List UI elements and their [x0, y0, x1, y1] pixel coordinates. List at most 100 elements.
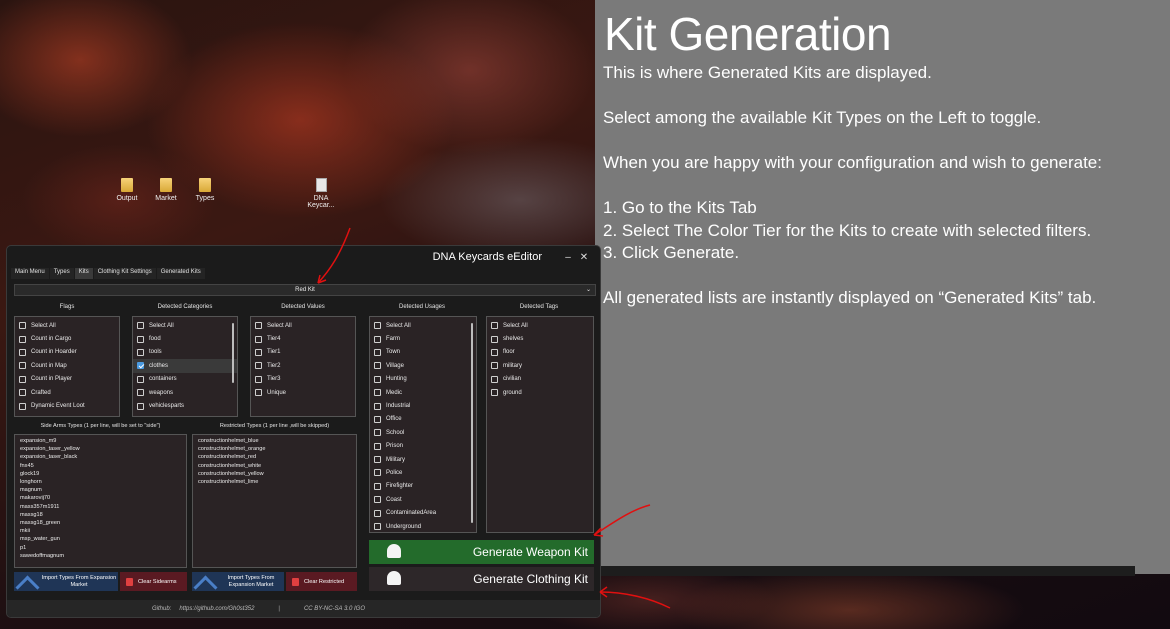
- checkbox[interactable]: [137, 402, 144, 410]
- checkbox-row[interactable]: School: [370, 426, 476, 439]
- checkbox-row[interactable]: Select All: [370, 319, 476, 332]
- tab-types[interactable]: Types: [49, 268, 74, 279]
- checkbox-row[interactable]: Select All: [251, 319, 355, 332]
- checkbox-row[interactable]: Tier2: [251, 359, 355, 372]
- checkbox[interactable]: [491, 362, 498, 370]
- minimize-icon[interactable]: –: [560, 252, 576, 263]
- tab-kits[interactable]: Kits: [74, 268, 93, 279]
- checkbox-row[interactable]: tools: [133, 346, 237, 359]
- checkbox[interactable]: [137, 389, 144, 397]
- checkbox-row[interactable]: Police: [370, 466, 476, 479]
- checkbox[interactable]: [255, 335, 262, 343]
- checkbox-row[interactable]: Tier4: [251, 332, 355, 345]
- checkbox[interactable]: [374, 523, 381, 531]
- checkbox[interactable]: [374, 509, 381, 517]
- close-icon[interactable]: ✕: [576, 252, 592, 263]
- checkbox-row[interactable]: military: [487, 359, 593, 372]
- tab-clothing-kit-settings[interactable]: Clothing Kit Settings: [93, 268, 156, 279]
- checkbox-row[interactable]: floor: [487, 346, 593, 359]
- checkbox-row[interactable]: food: [133, 332, 237, 345]
- checkbox[interactable]: [491, 389, 498, 397]
- checkbox-row[interactable]: Hunting: [370, 373, 476, 386]
- checkbox[interactable]: [374, 335, 381, 343]
- generate-clothing-kit-button[interactable]: Generate Clothing Kit: [369, 567, 594, 591]
- checkbox[interactable]: [137, 322, 144, 330]
- checkbox-row[interactable]: Farm: [370, 332, 476, 345]
- clear-sidearms-button[interactable]: Clear Sidearms: [120, 572, 187, 591]
- checkbox-row[interactable]: shelves: [487, 332, 593, 345]
- checkbox[interactable]: [19, 348, 26, 356]
- checkbox-row[interactable]: Industrial: [370, 399, 476, 412]
- checkbox-row[interactable]: containers: [133, 373, 237, 386]
- checkbox[interactable]: [255, 375, 262, 383]
- checkbox[interactable]: [374, 496, 381, 504]
- desktop-icon-dna-keycards[interactable]: DNA Keycar...: [304, 178, 338, 209]
- checkbox[interactable]: [491, 375, 498, 383]
- checkbox-row[interactable]: Village: [370, 359, 476, 372]
- checkbox[interactable]: [19, 335, 26, 343]
- tab-generated-kits[interactable]: Generated Kits: [156, 268, 205, 279]
- checkbox[interactable]: [374, 456, 381, 464]
- clear-restricted-button[interactable]: Clear Restricted: [286, 572, 357, 591]
- checkbox-row[interactable]: Office: [370, 413, 476, 426]
- checkbox[interactable]: [374, 362, 381, 370]
- checkbox-row[interactable]: Select All: [487, 319, 593, 332]
- checkbox[interactable]: [491, 322, 498, 330]
- checkbox[interactable]: [374, 442, 381, 450]
- kit-tier-select[interactable]: Red Kit ⌄: [14, 284, 596, 296]
- import-sidearms-button[interactable]: Import Types From Expansion Market: [14, 572, 118, 591]
- checkbox[interactable]: [255, 322, 262, 330]
- desktop-icon-output[interactable]: Output: [110, 178, 144, 202]
- scrollbar[interactable]: [232, 323, 234, 383]
- checkbox[interactable]: [19, 402, 26, 410]
- sidearms-textarea[interactable]: expansion_m9 expansion_taser_yellow expa…: [14, 434, 187, 568]
- checkbox[interactable]: [374, 415, 381, 423]
- checkbox[interactable]: [491, 348, 498, 356]
- checkbox[interactable]: [19, 322, 26, 330]
- checkbox[interactable]: [374, 389, 381, 397]
- checkbox-row[interactable]: Select All: [133, 319, 237, 332]
- generate-weapon-kit-button[interactable]: Generate Weapon Kit: [369, 540, 594, 564]
- checkbox[interactable]: [374, 429, 381, 437]
- checkbox-row[interactable]: Count in Hoarder: [15, 346, 119, 359]
- checkbox-row[interactable]: Prison: [370, 440, 476, 453]
- checkbox-row[interactable]: Underground: [370, 520, 476, 532]
- checkbox[interactable]: [255, 362, 262, 370]
- scrollbar[interactable]: [471, 323, 473, 523]
- checkbox[interactable]: [19, 362, 26, 370]
- checkbox[interactable]: [374, 482, 381, 490]
- checkbox-row[interactable]: Tier1: [251, 346, 355, 359]
- checkbox-row[interactable]: Count in Cargo: [15, 332, 119, 345]
- title-bar[interactable]: DNA Keycards eEditor – ✕: [7, 246, 600, 268]
- checkbox-row[interactable]: ContaminatedArea: [370, 506, 476, 519]
- checkbox-row[interactable]: Count in Player: [15, 373, 119, 386]
- checkbox-row[interactable]: vehiclesparts: [133, 399, 237, 412]
- checkbox-row[interactable]: Medic: [370, 386, 476, 399]
- checkbox-row[interactable]: civilian: [487, 373, 593, 386]
- checkbox[interactable]: [374, 469, 381, 477]
- checkbox[interactable]: [255, 348, 262, 356]
- import-restricted-button[interactable]: Import Types From Expansion Market: [192, 572, 284, 591]
- checkbox[interactable]: [374, 402, 381, 410]
- checkbox-row[interactable]: Tier3: [251, 373, 355, 386]
- github-link[interactable]: https://github.com/Gh0st352: [179, 606, 254, 612]
- checkbox-row[interactable]: Coast: [370, 493, 476, 506]
- tab-main-menu[interactable]: Main Menu: [11, 268, 49, 279]
- restricted-textarea[interactable]: constructionhelmet_blue constructionhelm…: [192, 434, 357, 568]
- desktop-icon-market[interactable]: Market: [149, 178, 183, 202]
- checkbox[interactable]: [374, 322, 381, 330]
- checkbox[interactable]: [255, 389, 262, 397]
- checkbox-row[interactable]: Select All: [15, 319, 119, 332]
- checkbox-row[interactable]: weapons: [133, 386, 237, 399]
- checkbox[interactable]: [491, 335, 498, 343]
- desktop-icon-types[interactable]: Types: [188, 178, 222, 202]
- checkbox[interactable]: [137, 375, 144, 383]
- checkbox-row[interactable]: Dynamic Event Loot: [15, 399, 119, 412]
- checkbox-checked[interactable]: [137, 362, 144, 370]
- checkbox-row[interactable]: Town: [370, 346, 476, 359]
- checkbox[interactable]: [374, 375, 381, 383]
- checkbox[interactable]: [19, 375, 26, 383]
- checkbox-row[interactable]: Count in Map: [15, 359, 119, 372]
- checkbox-row[interactable]: clothes: [133, 359, 237, 373]
- checkbox-row[interactable]: Firefighter: [370, 480, 476, 493]
